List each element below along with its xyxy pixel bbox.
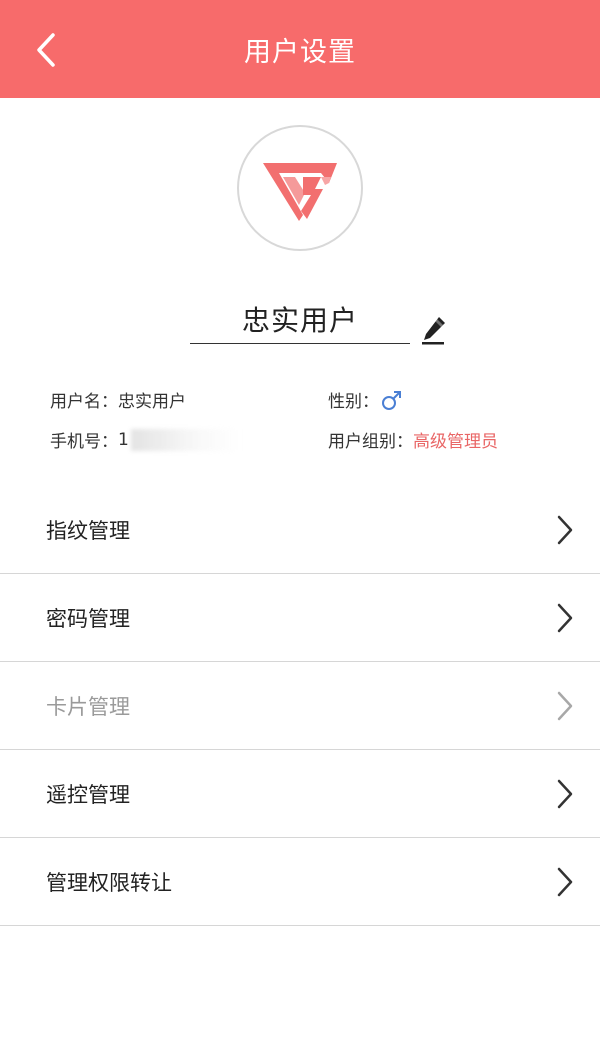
brand-logo-icon [263, 163, 337, 221]
menu-item-transfer-admin[interactable]: 管理权限转让 [0, 838, 600, 926]
menu-item-card[interactable]: 卡片管理 [0, 662, 600, 750]
chevron-right-icon [557, 691, 573, 721]
chevron-left-icon [37, 33, 55, 67]
phone-value: 1 [118, 429, 129, 450]
menu-item-label: 卡片管理 [46, 694, 130, 719]
menu-item-label: 指纹管理 [46, 518, 130, 543]
group-value: 高级管理员 [413, 432, 498, 452]
chevron-right-icon [557, 515, 573, 545]
username-value: 忠实用户 [118, 392, 186, 412]
avatar[interactable] [237, 125, 363, 251]
phone-info: 手机号： 1 [50, 427, 241, 452]
menu-item-fingerprint[interactable]: 指纹管理 [0, 486, 600, 574]
display-name-field[interactable]: 忠实用户 [190, 295, 410, 344]
male-icon [381, 389, 403, 411]
back-button[interactable] [24, 26, 68, 74]
chevron-right-icon [557, 603, 573, 633]
settings-menu: 指纹管理 密码管理 卡片管理 遥控管理 管理权限转让 [0, 486, 600, 926]
username-label: 用户名： [50, 392, 118, 412]
menu-item-password[interactable]: 密码管理 [0, 574, 600, 662]
gender-info: 性别： [328, 387, 403, 412]
page-title: 用户设置 [244, 36, 356, 68]
chevron-right-icon [557, 867, 573, 897]
pencil-icon [422, 317, 445, 345]
phone-redaction [130, 428, 241, 451]
display-name: 忠实用户 [241, 304, 358, 337]
phone-label: 手机号： [50, 432, 118, 452]
group-label: 用户组别： [328, 432, 413, 452]
menu-item-label: 管理权限转让 [46, 870, 172, 895]
menu-item-label: 遥控管理 [46, 782, 130, 807]
app-header: 用户设置 [0, 0, 600, 98]
menu-item-label: 密码管理 [46, 606, 130, 631]
menu-item-remote[interactable]: 遥控管理 [0, 750, 600, 838]
username-info: 用户名： 忠实用户 [50, 387, 186, 412]
chevron-right-icon [557, 779, 573, 809]
gender-label: 性别： [328, 392, 379, 412]
group-info: 用户组别： 高级管理员 [328, 427, 498, 452]
edit-name-button[interactable] [420, 314, 448, 346]
